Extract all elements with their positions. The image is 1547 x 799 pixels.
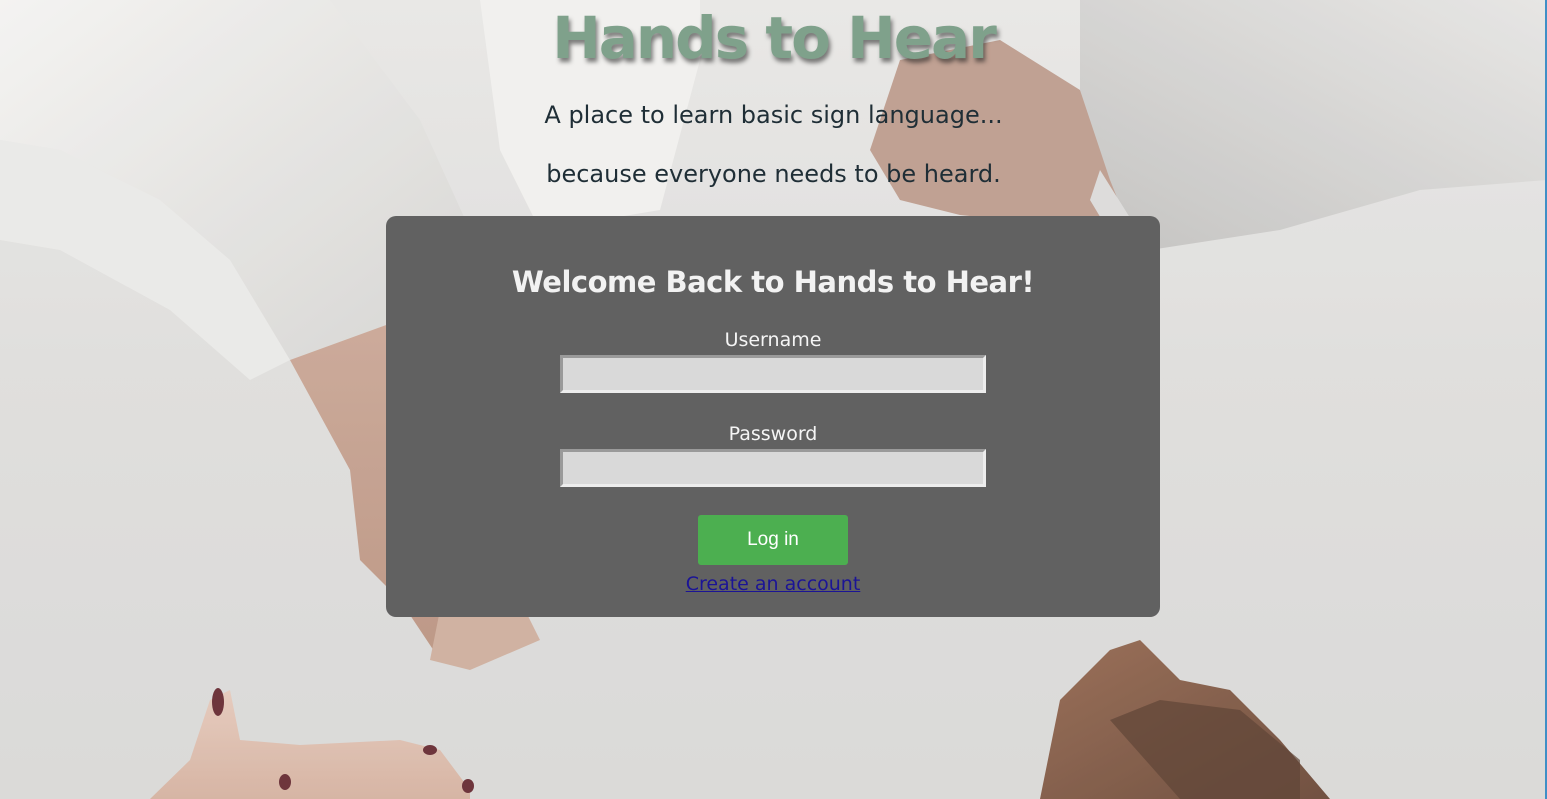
tagline-line-1: A place to learn basic sign language...: [544, 101, 1003, 129]
login-heading: Welcome Back to Hands to Hear!: [511, 265, 1035, 299]
login-page: Hands to Hear A place to learn basic sig…: [0, 0, 1547, 799]
password-label: Password: [728, 423, 818, 445]
site-title: Hands to Hear: [552, 4, 997, 72]
create-account-wrapper: Create an account: [386, 571, 1160, 597]
username-label: Username: [724, 329, 822, 351]
username-input[interactable]: [560, 355, 986, 393]
login-card: Welcome Back to Hands to Hear! Username …: [386, 216, 1160, 617]
password-input[interactable]: [560, 449, 986, 487]
login-button[interactable]: Log in: [698, 515, 848, 565]
create-account-link[interactable]: Create an account: [686, 573, 861, 595]
tagline-line-2: because everyone needs to be heard.: [546, 160, 1001, 188]
